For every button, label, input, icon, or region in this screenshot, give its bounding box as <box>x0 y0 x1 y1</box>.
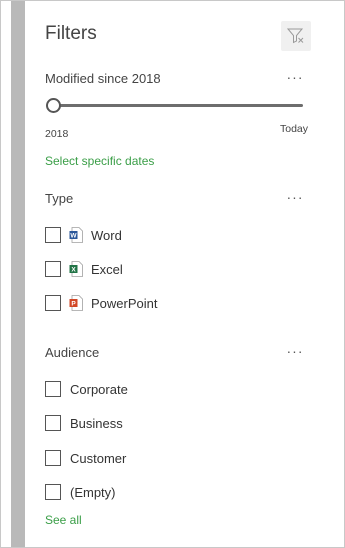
audience-option-customer[interactable]: Customer <box>45 447 126 469</box>
filter-clear-icon <box>287 28 304 44</box>
filters-pane: Filters Modified since 2018 ··· 2018 Tod… <box>0 0 345 548</box>
modified-section-header: Modified since 2018 <box>45 71 161 86</box>
svg-text:P: P <box>71 301 76 308</box>
see-all-link[interactable]: See all <box>45 513 82 527</box>
audience-option-business[interactable]: Business <box>45 412 123 434</box>
powerpoint-icon: P <box>69 295 83 311</box>
clear-filters-button[interactable] <box>281 21 311 51</box>
checkbox[interactable] <box>45 295 61 311</box>
word-icon: W <box>69 227 83 243</box>
option-label: Corporate <box>70 381 128 397</box>
modified-more-button[interactable]: ··· <box>283 70 307 89</box>
audience-section-header: Audience <box>45 345 100 360</box>
date-slider-thumb[interactable] <box>46 98 61 113</box>
audience-option-empty[interactable]: (Empty) <box>45 481 116 503</box>
filters-panel: Filters Modified since 2018 ··· 2018 Tod… <box>25 1 344 547</box>
type-section-header: Type <box>45 191 74 206</box>
option-label: Business <box>70 415 123 431</box>
audience-more-button[interactable]: ··· <box>283 344 307 363</box>
date-slider-track[interactable] <box>47 104 303 107</box>
panel-title: Filters <box>45 23 97 44</box>
option-label: Word <box>91 227 122 243</box>
option-label: Customer <box>70 450 127 466</box>
checkbox[interactable] <box>45 381 61 397</box>
option-label: Excel <box>91 261 123 277</box>
svg-text:X: X <box>71 267 76 274</box>
option-label: (Empty) <box>70 484 116 500</box>
audience-option-corporate[interactable]: Corporate <box>45 378 128 400</box>
checkbox[interactable] <box>45 261 61 277</box>
type-option-powerpoint[interactable]: P PowerPoint <box>45 292 157 314</box>
slider-min-label: 2018 <box>45 128 69 140</box>
option-label: PowerPoint <box>91 295 158 311</box>
svg-text:W: W <box>70 233 77 240</box>
checkbox[interactable] <box>45 484 61 500</box>
pane-scroll-rail[interactable] <box>11 1 25 547</box>
type-option-excel[interactable]: X Excel <box>45 258 123 280</box>
type-more-button[interactable]: ··· <box>283 190 307 209</box>
type-option-word[interactable]: W Word <box>45 224 122 246</box>
select-specific-dates-link[interactable]: Select specific dates <box>45 154 154 168</box>
checkbox[interactable] <box>45 450 61 466</box>
checkbox[interactable] <box>45 415 61 431</box>
checkbox[interactable] <box>45 227 61 243</box>
excel-icon: X <box>69 261 83 277</box>
slider-max-label: Today <box>280 123 309 135</box>
